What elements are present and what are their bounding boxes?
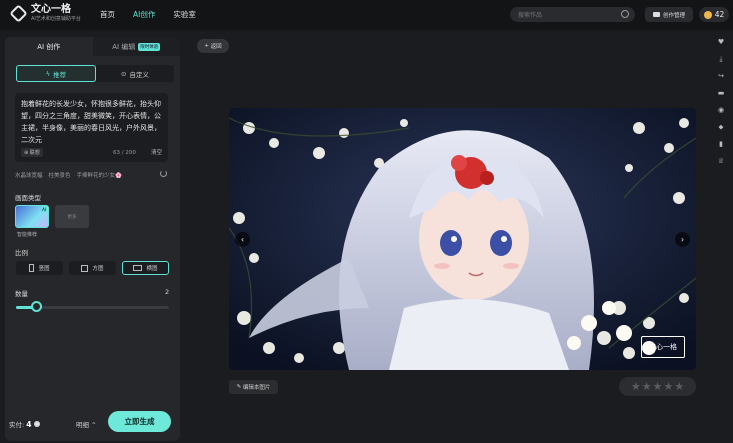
logo-subtitle: AI艺术和创意辅助平台 <box>31 16 81 22</box>
share-icon[interactable]: ↪ <box>717 72 725 80</box>
watermark: 文心一格 <box>641 336 685 358</box>
generate-button[interactable]: 立即生成 <box>108 411 171 432</box>
coin-icon <box>703 10 712 19</box>
next-image-button[interactable]: › <box>675 232 690 247</box>
count-slider-handle[interactable] <box>31 301 42 312</box>
trash-icon[interactable]: ▮ <box>717 140 725 148</box>
tab-ai-create[interactable]: AI 创作 <box>5 37 93 56</box>
suggestion-3[interactable]: 手捧鲜花的少女🌸 <box>77 171 122 179</box>
sparkle-icon: ϟ <box>45 69 51 78</box>
style-more-button[interactable]: 更多 <box>55 205 89 228</box>
square-icon <box>81 264 89 272</box>
ratio-square-label: 方图 <box>92 266 104 272</box>
coin-small-icon <box>33 421 40 427</box>
style-label: 画面类型 <box>15 194 41 202</box>
chevron-left-icon: ‹ <box>240 235 245 244</box>
search-input[interactable]: 搜索作品 <box>510 7 635 22</box>
count-label: 数量 <box>15 290 28 298</box>
details-label: 明细 <box>76 421 89 429</box>
details-toggle[interactable]: 明细 ⌃ <box>76 419 97 429</box>
mode-recommend[interactable]: ϟ 推荐 <box>16 65 96 82</box>
custom-icon: ⊙ <box>121 69 127 78</box>
panel-tabs: AI 创作 AI 编辑 限时体验 <box>5 37 180 56</box>
nav-home[interactable]: 首页 <box>100 9 115 20</box>
back-label: 返回 <box>210 44 222 50</box>
edit-image-label: 编辑本图片 <box>242 385 271 391</box>
char-count: 63 / 200 <box>113 150 136 156</box>
style-more-label: 更多 <box>67 214 77 220</box>
tag-icon[interactable]: ⬥ <box>717 123 725 131</box>
mode-switch: ϟ 推荐 ⊙ 自定义 <box>16 65 174 82</box>
rating-star-icon[interactable]: ★ <box>631 380 641 393</box>
create-panel: AI 创作 AI 编辑 限时体验 ϟ 推荐 ⊙ 自定义 抱着鲜花的长发少女，怀抱… <box>5 37 180 441</box>
coin-balance[interactable]: 42 <box>699 7 729 22</box>
eye-icon[interactable]: ◉ <box>717 106 725 114</box>
prompt-text: 抱着鲜花的长发少女，怀抱很多鲜花，抬头仰望，四分之三角度，甜美微笑，开心表情，公… <box>21 100 161 144</box>
ratio-portrait-label: 竖图 <box>38 266 50 272</box>
ratio-square[interactable]: 方图 <box>69 261 116 275</box>
chevron-up-icon: ⌃ <box>91 421 97 429</box>
style-card-smart[interactable]: AI <box>15 205 49 228</box>
refresh-icon[interactable] <box>160 170 167 177</box>
rating-star-icon[interactable]: ★ <box>642 380 652 393</box>
prompt-suggestions: 水晶球宽幅 柱美景色 手捧鲜花的少女🌸 <box>15 171 122 179</box>
nav-ai-create[interactable]: AI创作 <box>133 9 155 20</box>
ratio-landscape[interactable]: 横图 <box>122 261 169 275</box>
cost-value: 4 <box>26 420 32 429</box>
search-icon[interactable] <box>621 10 629 18</box>
tab-ai-create-label: AI 创作 <box>37 42 61 51</box>
logo-icon <box>9 4 28 23</box>
creation-manage-label: 创作管理 <box>662 12 685 19</box>
rating-star-icon[interactable]: ★ <box>674 380 684 393</box>
tab-ai-edit[interactable]: AI 编辑 限时体验 <box>92 37 180 56</box>
mode-recommend-label: 推荐 <box>53 70 67 79</box>
ratio-label: 比例 <box>15 249 28 257</box>
chevron-right-icon: › <box>680 235 685 244</box>
app-root: 文心一格 AI艺术和创意辅助平台 首页 AI创作 实验室 搜索作品 创作管理 4… <box>0 0 733 443</box>
tab-ai-edit-label: AI 编辑 <box>112 42 136 51</box>
prev-image-button[interactable]: ‹ <box>235 232 250 247</box>
generate-bar: 实付: 4 明细 ⌃ 立即生成 <box>5 405 180 441</box>
ratio-portrait[interactable]: 竖图 <box>16 261 63 275</box>
ai-badge: AI <box>41 207 47 212</box>
portrait-icon <box>29 264 35 272</box>
prompt-textarea[interactable]: 抱着鲜花的长发少女，怀抱很多鲜花，抬头仰望，四分之三角度，甜美微笑，开心表情，公… <box>15 93 168 162</box>
folder-icon[interactable]: ▬ <box>717 89 725 97</box>
limited-badge: 限时体验 <box>138 42 161 51</box>
creation-manage-button[interactable]: 创作管理 <box>645 7 693 22</box>
associate-label: 联想 <box>29 150 40 156</box>
main-nav: 首页 AI创作 实验室 <box>100 9 196 20</box>
style-card-caption: 智能推荐 <box>17 232 38 238</box>
mode-custom[interactable]: ⊙ 自定义 <box>96 65 174 82</box>
suggestion-2[interactable]: 柱美景色 <box>49 171 71 179</box>
back-button[interactable]: + 返回 <box>197 39 229 53</box>
search-placeholder: 搜索作品 <box>518 12 543 19</box>
folder-icon <box>652 12 660 17</box>
star-rating[interactable]: ★ ★ ★ ★ ★ <box>619 377 696 396</box>
nav-lab[interactable]: 实验室 <box>173 9 196 20</box>
mode-custom-label: 自定义 <box>129 70 149 79</box>
landscape-icon <box>133 265 143 271</box>
suggestion-1[interactable]: 水晶球宽幅 <box>15 171 43 179</box>
anime-girl-illustration <box>229 108 696 370</box>
logo-title: 文心一格 <box>31 4 71 15</box>
heart-icon[interactable]: ♥ <box>717 38 725 46</box>
edit-image-button[interactable]: ✎ 编辑本图片 <box>229 380 278 394</box>
coin-count: 42 <box>714 10 725 19</box>
cost-label: 实付: <box>9 421 25 429</box>
ratio-landscape-label: 横图 <box>146 266 158 272</box>
count-value: 2 <box>165 288 170 296</box>
associate-button[interactable]: ⊕ 联想 <box>21 148 43 157</box>
clear-button[interactable]: 清空 <box>151 148 162 156</box>
trophy-icon[interactable]: ♕ <box>717 157 725 165</box>
cost-display: 实付: 4 <box>9 419 40 429</box>
rating-star-icon[interactable]: ★ <box>653 380 663 393</box>
side-toolbar: ♥ ⤓ ↪ ▬ ◉ ⬥ ▮ ♕ <box>717 38 725 165</box>
download-icon[interactable]: ⤓ <box>717 55 725 63</box>
generated-image[interactable]: ‹ › <box>229 108 696 370</box>
top-nav-bar: 文心一格 AI艺术和创意辅助平台 首页 AI创作 实验室 搜索作品 创作管理 4… <box>0 0 733 30</box>
rating-star-icon[interactable]: ★ <box>663 380 673 393</box>
logo[interactable]: 文心一格 AI艺术和创意辅助平台 <box>9 4 81 23</box>
